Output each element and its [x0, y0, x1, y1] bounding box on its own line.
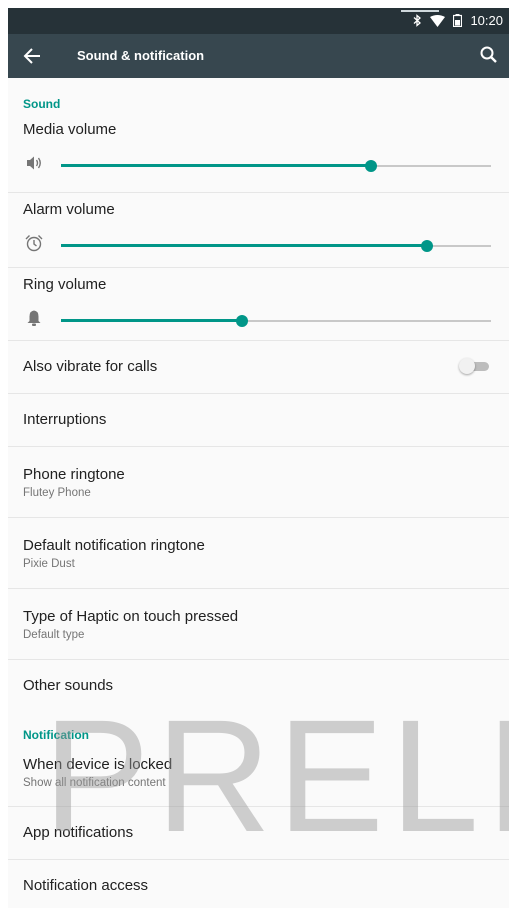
other-sounds-row[interactable]: Other sounds — [8, 660, 509, 714]
other-sounds-label: Other sounds — [23, 677, 114, 694]
bell-icon — [24, 308, 44, 328]
default-notification-ringtone-value: Pixie Dust — [23, 558, 75, 570]
screen: 10:20 Sound & notification Sound Media v… — [8, 8, 509, 908]
media-volume-slider[interactable] — [61, 160, 491, 172]
also-vibrate-row[interactable]: Also vibrate for calls — [8, 341, 509, 394]
alarm-volume-slider-thumb[interactable] — [420, 240, 433, 252]
wifi-icon — [430, 14, 446, 27]
alarm-volume-slider[interactable] — [61, 240, 491, 252]
when-device-locked-value: Show all notification content — [23, 777, 166, 789]
when-device-locked-row[interactable]: When device is locked Show all notificat… — [8, 744, 509, 807]
page-title: Sound & notification — [77, 48, 205, 63]
ring-volume-row: Ring volume — [8, 268, 509, 341]
phone-ringtone-label: Phone ringtone — [23, 466, 125, 483]
when-device-locked-label: When device is locked — [23, 756, 173, 773]
status-icons: 10:20 — [413, 13, 503, 28]
default-notification-ringtone-row[interactable]: Default notification ringtone Pixie Dust — [8, 518, 509, 589]
default-notification-ringtone-label: Default notification ringtone — [23, 537, 205, 554]
alarm-volume-label: Alarm volume — [23, 201, 115, 218]
notification-access-label: Notification access — [23, 877, 149, 894]
interruptions-label: Interruptions — [23, 411, 107, 428]
notification-access-row[interactable]: Notification access — [8, 860, 509, 908]
clock-time: 10:20 — [470, 13, 503, 28]
status-bar: 10:20 — [8, 8, 509, 34]
app-notifications-label: App notifications — [23, 824, 134, 841]
speaker-icon — [24, 153, 44, 173]
status-bar-indicator — [401, 10, 439, 12]
media-volume-slider-thumb[interactable] — [364, 160, 377, 172]
ring-volume-slider[interactable] — [61, 315, 491, 327]
search-icon[interactable] — [479, 45, 499, 65]
app-notifications-row[interactable]: App notifications — [8, 807, 509, 860]
ring-volume-label: Ring volume — [23, 276, 107, 293]
media-volume-slider-fill — [61, 164, 371, 167]
section-header-sound: Sound — [23, 97, 61, 111]
section-header-notification: Notification — [23, 728, 89, 742]
haptic-type-label: Type of Haptic on touch pressed — [23, 608, 239, 625]
haptic-type-row[interactable]: Type of Haptic on touch pressed Default … — [8, 589, 509, 660]
also-vibrate-toggle[interactable] — [459, 358, 491, 374]
ring-volume-slider-thumb[interactable] — [235, 315, 248, 327]
alarm-volume-slider-fill — [61, 244, 427, 247]
alarm-clock-icon — [24, 233, 44, 253]
interruptions-row[interactable]: Interruptions — [8, 394, 509, 447]
ring-volume-slider-fill — [61, 319, 242, 322]
toolbar: Sound & notification — [8, 34, 509, 78]
battery-icon — [453, 14, 463, 27]
media-volume-row: Media volume — [8, 113, 509, 193]
also-vibrate-label: Also vibrate for calls — [23, 358, 158, 375]
phone-ringtone-row[interactable]: Phone ringtone Flutey Phone — [8, 447, 509, 518]
bluetooth-icon — [413, 14, 422, 27]
haptic-type-value: Default type — [23, 629, 85, 641]
alarm-volume-row: Alarm volume — [8, 193, 509, 268]
phone-ringtone-value: Flutey Phone — [23, 487, 91, 499]
toggle-knob — [459, 358, 475, 374]
media-volume-label: Media volume — [23, 121, 117, 138]
back-arrow-icon[interactable] — [22, 46, 44, 66]
